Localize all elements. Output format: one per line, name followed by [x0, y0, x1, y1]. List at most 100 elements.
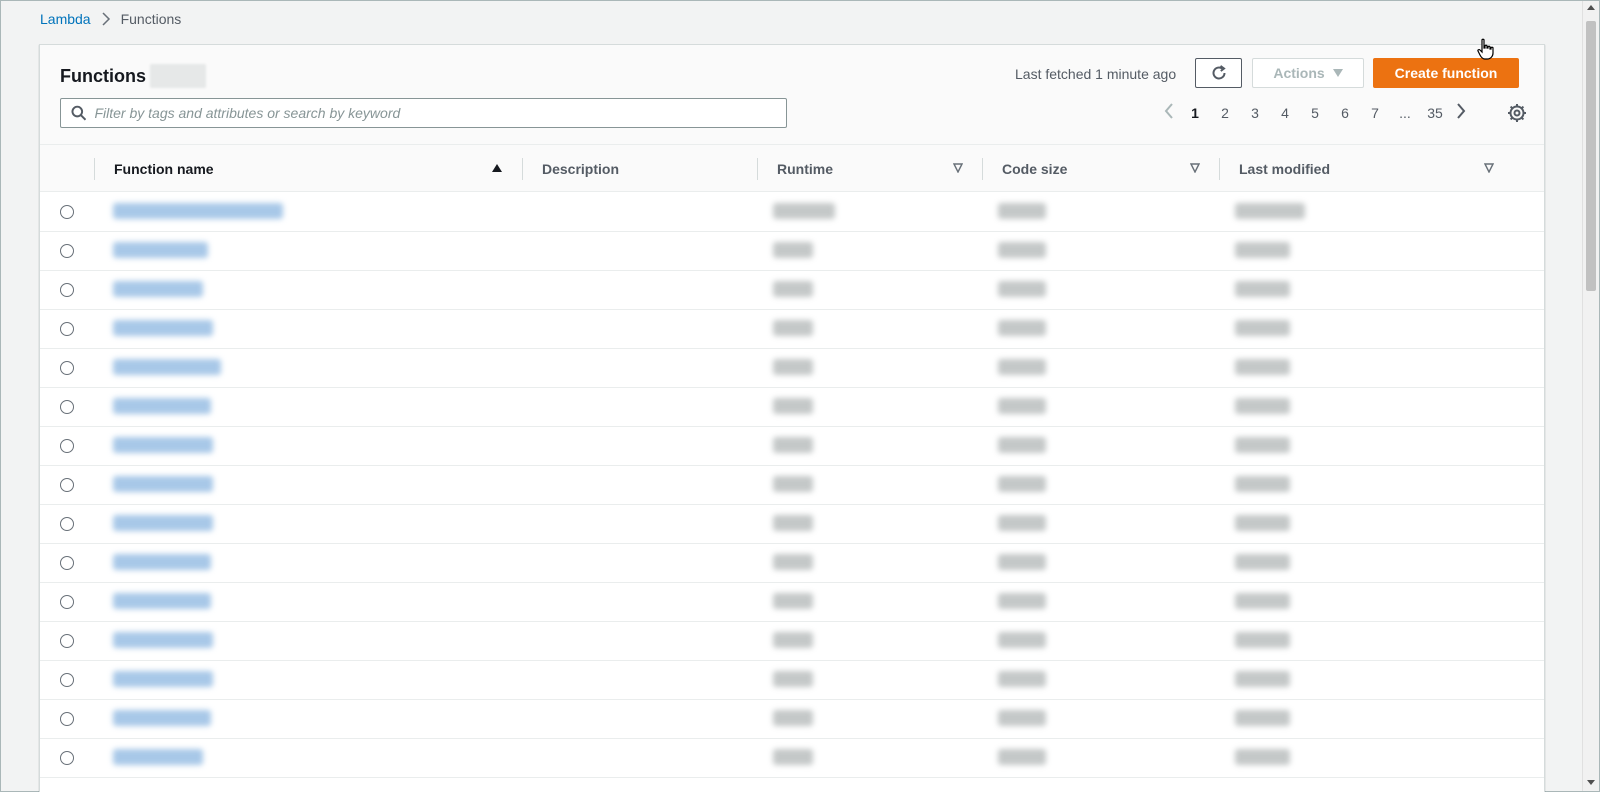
breadcrumb-lambda-link[interactable]: Lambda — [40, 11, 91, 27]
table-row[interactable] — [40, 231, 1544, 271]
pagination: 1 2 3 4 5 6 7 ... 35 — [1158, 103, 1472, 122]
row-select-radio[interactable] — [60, 439, 74, 453]
table-row[interactable] — [40, 543, 1544, 583]
table-row[interactable] — [40, 699, 1544, 739]
function-name-link-redacted[interactable] — [113, 554, 211, 570]
search-input[interactable] — [94, 105, 786, 121]
scroll-down-icon[interactable] — [1587, 780, 1595, 785]
scroll-up-icon[interactable] — [1587, 5, 1595, 10]
sort-icon[interactable] — [953, 163, 963, 173]
function-name-link-redacted[interactable] — [113, 710, 211, 726]
table-row[interactable] — [40, 738, 1544, 778]
code-size-value-redacted — [998, 437, 1046, 453]
table-row[interactable] — [40, 270, 1544, 310]
function-name-link-redacted[interactable] — [113, 671, 213, 687]
page-title: Functions — [60, 64, 206, 88]
last-modified-value-redacted — [1235, 749, 1290, 765]
last-modified-value-redacted — [1235, 281, 1290, 297]
row-select-radio[interactable] — [60, 322, 74, 336]
page-6[interactable]: 6 — [1330, 105, 1360, 121]
scrollbar-thumb[interactable] — [1586, 21, 1596, 291]
table-row[interactable] — [40, 621, 1544, 661]
column-last-modified[interactable]: Last modified — [1219, 145, 1519, 192]
row-select-radio[interactable] — [60, 478, 74, 492]
runtime-value-redacted — [773, 515, 813, 531]
table-row[interactable] — [40, 426, 1544, 466]
function-count-badge — [150, 64, 206, 88]
page-7[interactable]: 7 — [1360, 105, 1390, 121]
chevron-left-icon[interactable] — [1158, 103, 1180, 122]
actions-dropdown[interactable]: Actions — [1252, 58, 1364, 88]
breadcrumb-current: Functions — [120, 11, 182, 27]
gear-icon[interactable] — [1507, 103, 1527, 123]
row-select-radio[interactable] — [60, 400, 74, 414]
sort-icon[interactable] — [1190, 163, 1200, 173]
sort-icon[interactable] — [1484, 163, 1494, 173]
runtime-value-redacted — [773, 359, 813, 375]
row-select-radio[interactable] — [60, 712, 74, 726]
code-size-value-redacted — [998, 671, 1046, 687]
row-select-radio[interactable] — [60, 673, 74, 687]
runtime-value-redacted — [773, 749, 813, 765]
page-3[interactable]: 3 — [1240, 105, 1270, 121]
table-row[interactable] — [40, 192, 1544, 232]
code-size-value-redacted — [998, 242, 1046, 258]
function-name-link-redacted[interactable] — [113, 593, 211, 609]
table-row[interactable] — [40, 660, 1544, 700]
chevron-right-icon — [102, 12, 110, 26]
function-name-link-redacted[interactable] — [113, 398, 211, 414]
runtime-value-redacted — [773, 320, 813, 336]
row-select-radio[interactable] — [60, 283, 74, 297]
column-code-size[interactable]: Code size — [982, 145, 1219, 192]
last-modified-value-redacted — [1235, 671, 1290, 687]
function-name-link-redacted[interactable] — [113, 632, 213, 648]
row-select-radio[interactable] — [60, 751, 74, 765]
column-runtime-label: Runtime — [777, 160, 833, 177]
table-row[interactable] — [40, 582, 1544, 622]
column-function-name-label: Function name — [114, 160, 214, 177]
refresh-button[interactable] — [1195, 58, 1242, 88]
page-1[interactable]: 1 — [1180, 105, 1210, 121]
function-name-link-redacted[interactable] — [113, 281, 203, 297]
table-row[interactable] — [40, 465, 1544, 505]
function-name-link-redacted[interactable] — [113, 320, 213, 336]
column-function-name[interactable]: Function name — [94, 145, 520, 192]
table-row[interactable] — [40, 387, 1544, 427]
page-5[interactable]: 5 — [1300, 105, 1330, 121]
vertical-scrollbar[interactable] — [1582, 1, 1599, 791]
last-modified-value-redacted — [1235, 320, 1290, 336]
row-select-radio[interactable] — [60, 361, 74, 375]
function-name-link-redacted[interactable] — [113, 203, 283, 219]
table-row[interactable] — [40, 309, 1544, 349]
table-row[interactable] — [40, 504, 1544, 544]
row-select-radio[interactable] — [60, 556, 74, 570]
search-field[interactable] — [60, 98, 787, 128]
function-name-link-redacted[interactable] — [113, 476, 213, 492]
column-code-size-label: Code size — [1002, 160, 1068, 177]
row-select-radio[interactable] — [60, 244, 74, 258]
table-row[interactable] — [40, 348, 1544, 388]
row-select-radio[interactable] — [60, 205, 74, 219]
create-function-button[interactable]: Create function — [1373, 58, 1519, 88]
page-4[interactable]: 4 — [1270, 105, 1300, 121]
refresh-icon — [1212, 65, 1226, 80]
row-select-radio[interactable] — [60, 595, 74, 609]
runtime-value-redacted — [773, 632, 813, 648]
page-ellipsis: ... — [1399, 104, 1411, 121]
row-select-radio[interactable] — [60, 517, 74, 531]
function-name-link-redacted[interactable] — [113, 515, 213, 531]
row-select-radio[interactable] — [60, 634, 74, 648]
page-2[interactable]: 2 — [1210, 105, 1240, 121]
sort-ascending-icon[interactable] — [492, 163, 502, 173]
page-35[interactable]: 35 — [1420, 105, 1450, 121]
runtime-value-redacted — [773, 281, 813, 297]
column-description[interactable]: Description — [522, 145, 757, 192]
column-runtime[interactable]: Runtime — [757, 145, 982, 192]
function-name-link-redacted[interactable] — [113, 242, 208, 258]
chevron-right-icon[interactable] — [1450, 103, 1472, 122]
panel-header: Functions Last fetched 1 minute ago Acti… — [40, 45, 1544, 145]
function-name-link-redacted[interactable] — [113, 749, 203, 765]
function-name-link-redacted[interactable] — [113, 437, 213, 453]
function-name-link-redacted[interactable] — [113, 359, 221, 375]
actions-label: Actions — [1273, 65, 1325, 81]
